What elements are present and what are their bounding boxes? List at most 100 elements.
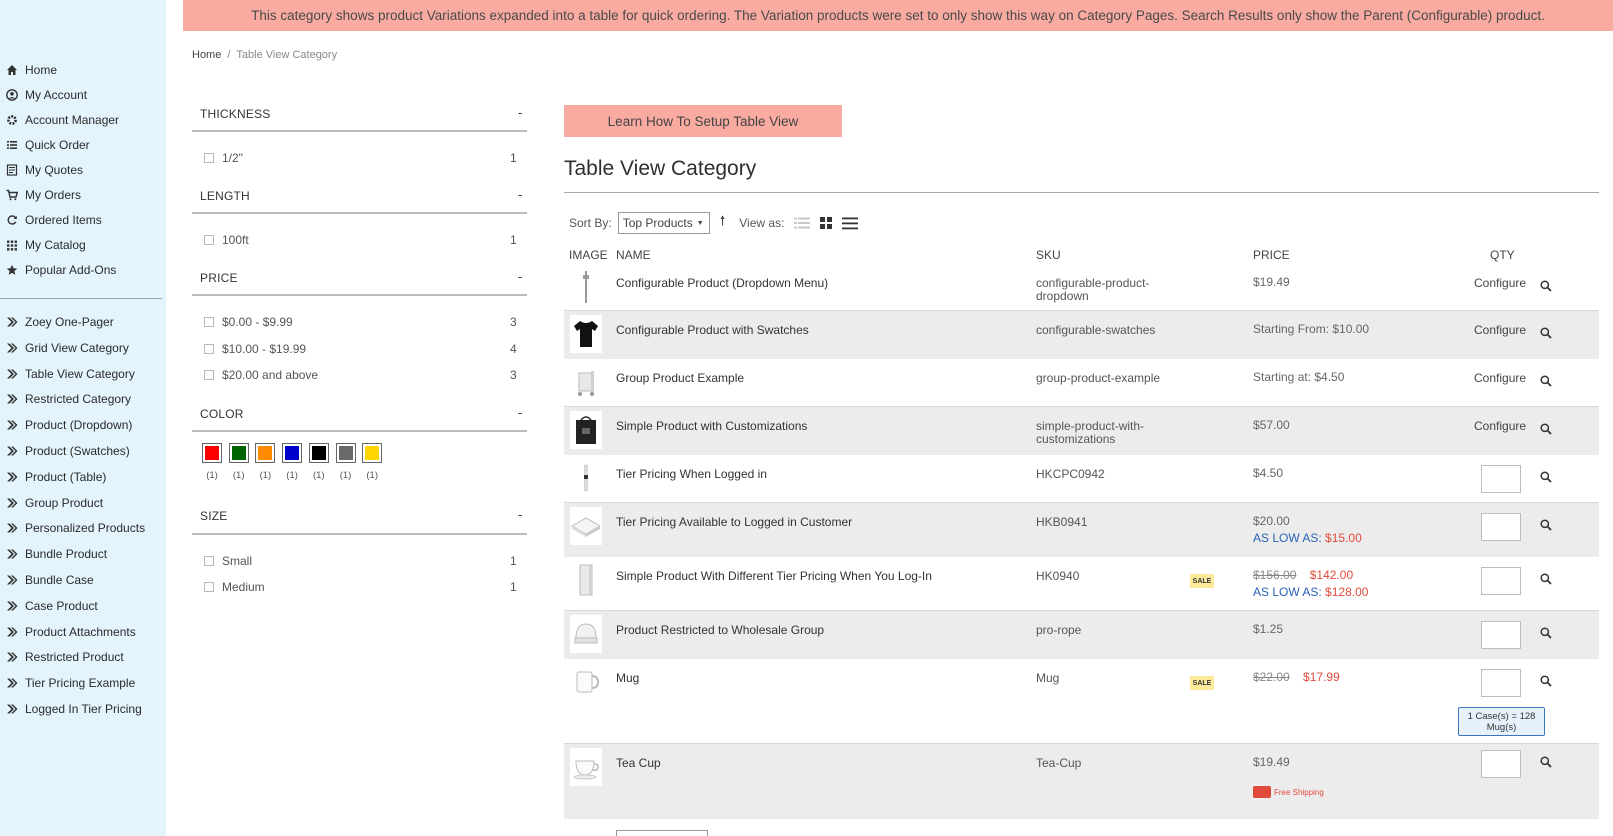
filter-collapse-toggle[interactable]: - <box>518 187 522 202</box>
product-thumbnail[interactable] <box>570 663 602 701</box>
qty-input[interactable] <box>1481 513 1521 541</box>
search-icon[interactable] <box>1540 375 1552 390</box>
color-swatch[interactable] <box>255 443 276 463</box>
sidebar-category-item[interactable]: Grid View Category <box>0 337 129 359</box>
sidebar-item-quick-order[interactable]: Quick Order <box>0 134 90 156</box>
sort-select[interactable]: Top Products ▼ <box>617 212 710 234</box>
product-name-link[interactable]: Group Product Example <box>616 371 744 385</box>
search-icon[interactable] <box>1540 756 1552 771</box>
product-thumbnail[interactable] <box>570 411 602 449</box>
product-thumbnail[interactable] <box>570 748 602 786</box>
product-thumbnail[interactable] <box>570 561 602 599</box>
product-thumbnail[interactable] <box>570 315 602 353</box>
product-thumbnail[interactable] <box>570 615 602 653</box>
color-swatch[interactable] <box>362 443 383 463</box>
filter-option-length[interactable]: 100ft <box>204 233 249 247</box>
configure-link[interactable]: Configure <box>1474 371 1526 385</box>
filter-collapse-toggle[interactable]: - <box>518 507 522 522</box>
sidebar-item-my-account[interactable]: My Account <box>0 84 87 106</box>
bottom-sort-select[interactable] <box>616 830 708 836</box>
sidebar-category-item[interactable]: Zoey One-Pager <box>0 311 114 333</box>
configure-link[interactable]: Configure <box>1474 419 1526 433</box>
product-name-link[interactable]: Tea Cup <box>616 756 661 770</box>
sidebar-category-item[interactable]: Table View Category <box>0 363 135 385</box>
sidebar-category-item[interactable]: Personalized Products <box>0 517 145 539</box>
filter-option-thickness[interactable]: 1/2" <box>204 151 243 165</box>
filter-option-size[interactable]: Medium <box>204 580 265 594</box>
sidebar-item-my-catalog[interactable]: My Catalog <box>0 234 86 256</box>
color-swatch[interactable] <box>282 443 303 463</box>
filter-collapse-toggle[interactable]: - <box>518 405 522 420</box>
filter-option-price[interactable]: $0.00 - $9.99 <box>204 315 293 329</box>
product-name-link[interactable]: Simple Product with Customizations <box>616 419 807 433</box>
product-thumbnail[interactable] <box>570 363 602 401</box>
sidebar-item-home[interactable]: Home <box>0 59 57 81</box>
filter-option-size[interactable]: Small <box>204 554 252 568</box>
filter-checkbox[interactable] <box>204 370 214 380</box>
sidebar-item-popular-add-ons[interactable]: Popular Add-Ons <box>0 259 116 281</box>
filter-title-price[interactable]: PRICE <box>200 271 238 285</box>
filter-checkbox[interactable] <box>204 344 214 354</box>
list-view-icon[interactable] <box>794 217 811 229</box>
search-icon[interactable] <box>1540 471 1552 486</box>
sidebar-category-item[interactable]: Group Product <box>0 492 103 514</box>
product-thumbnail[interactable] <box>570 268 602 306</box>
product-name-link[interactable]: Tier Pricing Available to Logged in Cust… <box>616 515 852 529</box>
search-icon[interactable] <box>1540 280 1552 295</box>
filter-title-color[interactable]: COLOR <box>200 407 244 421</box>
search-icon[interactable] <box>1540 573 1552 588</box>
filter-title-size[interactable]: SIZE <box>200 509 227 523</box>
grid-view-icon[interactable] <box>820 217 833 229</box>
sidebar-item-my-quotes[interactable]: My Quotes <box>0 159 83 181</box>
sidebar-category-item[interactable]: Bundle Case <box>0 569 94 591</box>
qty-input[interactable] <box>1481 621 1521 649</box>
filter-title-length[interactable]: LENGTH <box>200 189 250 203</box>
sort-direction-arrow-icon[interactable]: 🠕 <box>720 212 726 234</box>
filter-checkbox[interactable] <box>204 556 214 566</box>
color-swatch[interactable] <box>202 443 222 463</box>
filter-checkbox[interactable] <box>204 153 214 163</box>
sidebar-category-item[interactable]: Product Attachments <box>0 621 136 643</box>
product-name-link[interactable]: Mug <box>616 671 639 685</box>
filter-checkbox[interactable] <box>204 317 214 327</box>
learn-table-view-button[interactable]: Learn How To Setup Table View <box>564 105 842 137</box>
search-icon[interactable] <box>1540 423 1552 438</box>
product-name-link[interactable]: Configurable Product (Dropdown Menu) <box>616 276 828 290</box>
search-icon[interactable] <box>1540 675 1552 690</box>
color-swatch[interactable] <box>335 443 356 463</box>
configure-link[interactable]: Configure <box>1474 323 1526 337</box>
product-thumbnail[interactable] <box>570 459 602 497</box>
sidebar-item-my-orders[interactable]: My Orders <box>0 184 81 206</box>
product-thumbnail[interactable] <box>570 507 602 545</box>
filter-collapse-toggle[interactable]: - <box>518 105 522 120</box>
filter-option-price[interactable]: $20.00 and above <box>204 368 318 382</box>
filter-title-thickness[interactable]: THICKNESS <box>200 107 270 121</box>
filter-checkbox[interactable] <box>204 582 214 592</box>
sidebar-category-item[interactable]: Bundle Product <box>0 543 107 565</box>
sidebar-item-account-manager[interactable]: Account Manager <box>0 109 119 131</box>
qty-input[interactable] <box>1481 465 1521 493</box>
sidebar-category-item[interactable]: Restricted Category <box>0 388 131 410</box>
configure-link[interactable]: Configure <box>1474 276 1526 290</box>
filter-option-price[interactable]: $10.00 - $19.99 <box>204 342 306 356</box>
color-swatch[interactable] <box>308 443 329 463</box>
filter-checkbox[interactable] <box>204 235 214 245</box>
sidebar-category-item[interactable]: Product (Dropdown) <box>0 414 132 436</box>
sidebar-category-item[interactable]: Tier Pricing Example <box>0 672 135 694</box>
sidebar-category-item[interactable]: Restricted Product <box>0 646 124 668</box>
qty-input[interactable] <box>1481 750 1521 778</box>
breadcrumb-home-link[interactable]: Home <box>192 49 221 61</box>
sidebar-item-ordered-items[interactable]: Ordered Items <box>0 209 102 231</box>
search-icon[interactable] <box>1540 519 1552 534</box>
sidebar-category-item[interactable]: Product (Table) <box>0 466 106 488</box>
search-icon[interactable] <box>1540 327 1552 342</box>
filter-collapse-toggle[interactable]: - <box>518 269 522 284</box>
product-name-link[interactable]: Configurable Product with Swatches <box>616 323 809 337</box>
search-icon[interactable] <box>1540 627 1552 642</box>
product-name-link[interactable]: Product Restricted to Wholesale Group <box>616 623 824 637</box>
sidebar-category-item[interactable]: Logged In Tier Pricing <box>0 698 142 720</box>
product-name-link[interactable]: Tier Pricing When Logged in <box>616 467 767 481</box>
table-view-icon[interactable] <box>842 217 859 230</box>
sidebar-category-item[interactable]: Product (Swatches) <box>0 440 130 462</box>
color-swatch[interactable] <box>228 443 249 463</box>
